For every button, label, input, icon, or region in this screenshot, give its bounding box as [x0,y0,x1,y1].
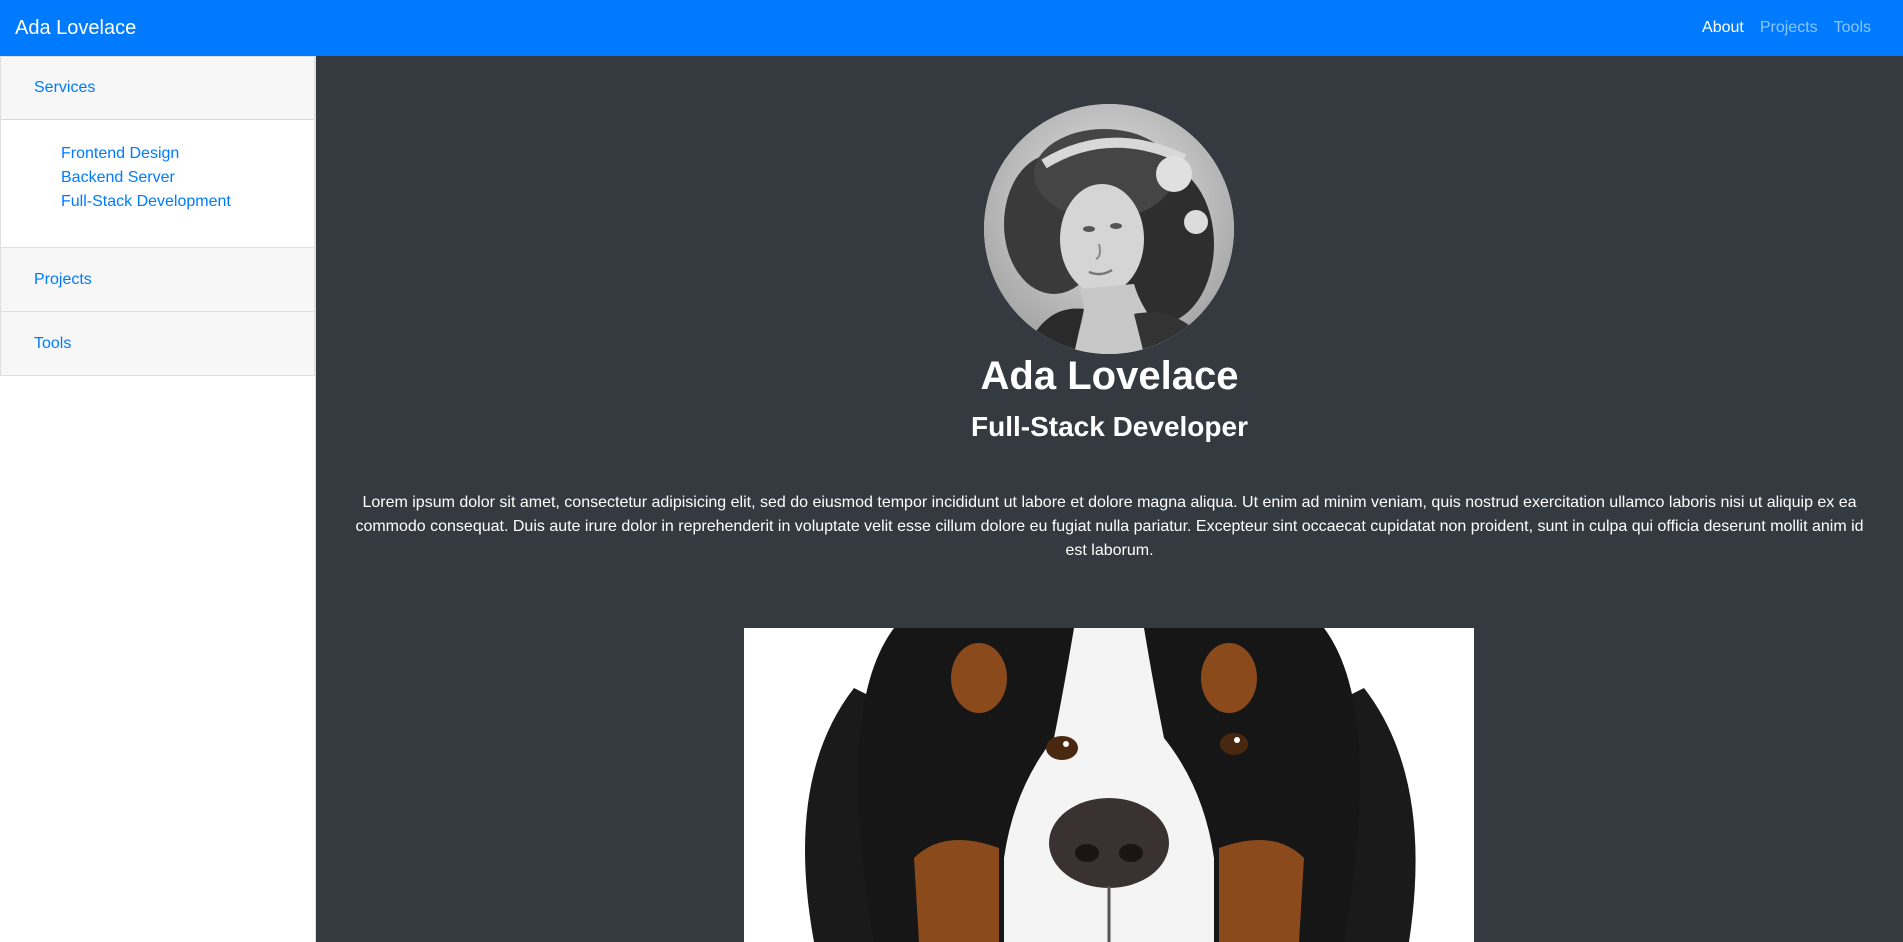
nav-link-about[interactable]: About [1694,11,1752,45]
dog-image [744,628,1474,942]
nav-link-tools[interactable]: Tools [1826,11,1879,45]
accordion-header-services[interactable]: Services [1,57,314,120]
navbar-links: About Projects Tools [1694,11,1879,45]
avatar [984,104,1234,354]
service-link-full-stack-development[interactable]: Full-Stack Development [61,190,294,214]
accordion-services: Services Frontend Design Backend Server … [0,56,315,247]
service-link-frontend-design[interactable]: Frontend Design [61,142,294,166]
dog-photo [744,628,1474,942]
top-navbar: Ada Lovelace About Projects Tools [0,0,1903,56]
profile-title: Full-Stack Developer [971,411,1248,442]
sidebar: Services Frontend Design Backend Server … [0,56,316,942]
navbar-brand[interactable]: Ada Lovelace [15,13,136,43]
accordion-projects: Projects [0,247,315,311]
accordion-header-tools[interactable]: Tools [1,312,314,375]
accordion-header-projects[interactable]: Projects [1,248,314,311]
service-link-backend-server[interactable]: Backend Server [61,166,294,190]
profile-bio: Lorem ipsum dolor sit amet, consectetur … [355,494,1864,559]
accordion-tools: Tools [0,311,315,376]
profile-name: Ada Lovelace [980,354,1239,398]
portrait-image [984,104,1234,354]
nav-link-projects[interactable]: Projects [1752,11,1826,45]
accordion-body-services: Frontend Design Backend Server Full-Stac… [1,120,314,247]
main-content: Ada Lovelace Full-Stack Developer Lorem … [316,56,1903,942]
